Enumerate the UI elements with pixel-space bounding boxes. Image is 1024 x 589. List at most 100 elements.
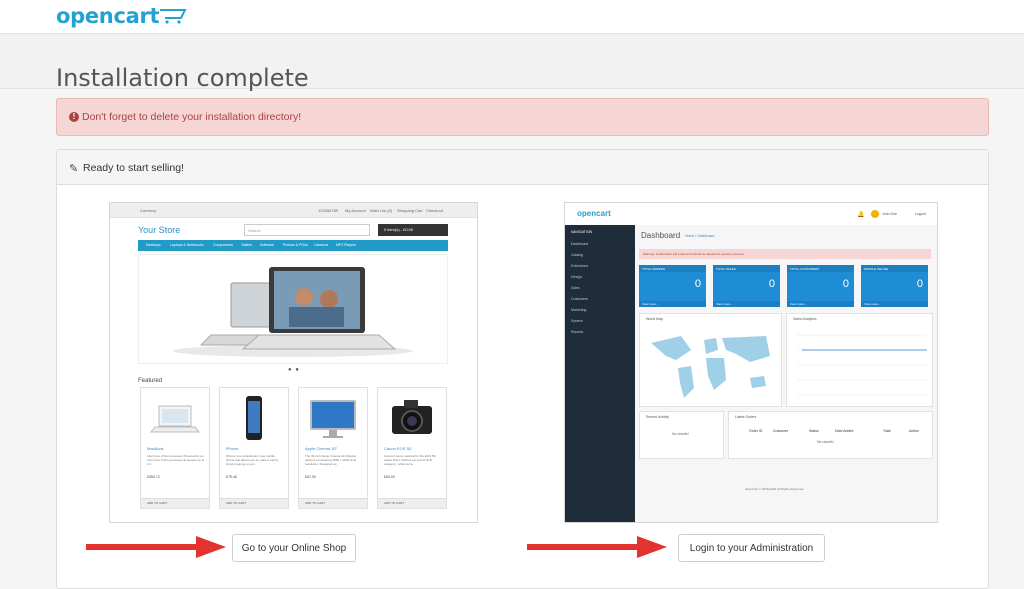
exclamation-circle-icon: ! <box>69 112 79 122</box>
product-name[interactable]: Apple Cinema 30" <box>305 446 337 451</box>
product-desc: Intel Core 2 Duo processor Powered by an… <box>147 454 205 466</box>
store-account: My Account <box>345 208 366 213</box>
panel-heading: ✎ Ready to start selling! <box>57 150 988 185</box>
opencart-logo[interactable]: opencart <box>56 4 187 28</box>
nav-title: NAVIGATION <box>571 230 593 234</box>
product-price: £60.03 <box>384 475 395 479</box>
pencil-icon: ✎ <box>69 163 79 175</box>
latest-orders-box: Latest Orders Order ID Customer Status D… <box>728 411 933 459</box>
add-to-cart-label: ADD TO CART <box>147 501 168 505</box>
product-desc: iPhone is a revolutionary new mobile pho… <box>226 454 279 466</box>
stat-tile: PEOPLE ONLINE 0 View more... <box>861 265 928 307</box>
nav-item: System <box>571 319 583 323</box>
world-map-title: World Map <box>646 317 663 321</box>
store-wishlist: Wish List (0) <box>370 208 393 213</box>
product-name[interactable]: Canon EOS 5D <box>384 446 412 451</box>
nav-item: Marketing <box>571 308 587 312</box>
cart-icon <box>160 9 187 24</box>
store-cart-link: Shopping Cart <box>397 208 423 213</box>
store-menu: Desktops Laptops & Notebooks Components … <box>138 240 448 251</box>
product-name[interactable]: MacBook <box>147 446 164 451</box>
product-price: £67.30 <box>305 475 316 479</box>
stat-tile: TOTAL ORDERS 0 View more... <box>639 265 706 307</box>
store-phone: 123456789 <box>318 208 339 213</box>
admin-logo: opencart <box>577 209 611 218</box>
monitor-image <box>310 400 356 438</box>
logo-text: opencart <box>56 4 160 28</box>
admin-header: opencart 🔔 John Doe Logout <box>565 203 937 226</box>
product-name[interactable]: iPhone <box>226 446 238 451</box>
store-name: Your Store <box>138 225 181 235</box>
latest-orders-title: Latest Orders <box>735 415 757 419</box>
recent-activity-box: Recent Activity No results! <box>639 411 724 459</box>
store-menu-item: Tablets <box>241 243 253 247</box>
add-to-cart-bar[interactable]: ADD TO CART <box>220 498 288 508</box>
macbook-image <box>149 405 201 433</box>
admin-warning: Warning: Install folder still exists and… <box>639 249 931 259</box>
slide-dots[interactable]: ● ● <box>288 367 300 373</box>
admin-main: Dashboard Home / Dashboard Warning: Inst… <box>635 225 937 522</box>
store-menu-item: Software <box>260 243 274 247</box>
orders-col: Customer <box>773 429 789 433</box>
nav-item: Dashboard <box>571 242 589 246</box>
iphone-image <box>246 396 262 440</box>
sales-chart <box>797 334 927 396</box>
stat-tile: TOTAL CUSTOMERS 0 View more... <box>787 265 854 307</box>
tile-label: PEOPLE ONLINE <box>861 265 928 272</box>
add-to-cart-label: ADD TO CART <box>384 501 405 505</box>
tile-value: 0 <box>842 278 849 290</box>
store-preview: Currency 123456789 My Account Wish List … <box>109 202 478 523</box>
product-card[interactable]: iPhone iPhone is a revolutionary new mob… <box>219 387 289 509</box>
arrow-right-icon <box>527 536 667 558</box>
avatar <box>871 210 879 218</box>
add-to-cart-bar[interactable]: ADD TO CART <box>299 498 367 508</box>
world-map-box: World Map <box>639 313 782 407</box>
store-menu-item: MP3 Players <box>336 243 356 247</box>
recent-activity-title: Recent Activity <box>646 415 669 419</box>
product-card[interactable]: Canon EOS 5D Canon's press material for … <box>377 387 447 509</box>
delete-install-alert: ! Don't forget to delete your installati… <box>56 98 989 136</box>
arrow-right-icon <box>86 536 226 558</box>
admin-login-button[interactable]: Login to your Administration <box>678 534 825 562</box>
alert-message: Don't forget to delete your installation… <box>82 111 302 123</box>
tile-view-more: View more... <box>861 301 928 307</box>
orders-col: Action <box>909 429 919 433</box>
top-bar: opencart <box>0 0 1024 34</box>
store-checkout: Checkout <box>426 208 443 213</box>
no-results-text: No results! <box>672 432 689 436</box>
panel-heading-text: Ready to start selling! <box>83 162 184 174</box>
world-map-image <box>651 336 770 398</box>
stat-tile: TOTAL SALES 0 View more... <box>713 265 780 307</box>
orders-col: Status <box>809 429 819 433</box>
store-currency: Currency <box>140 208 157 213</box>
admin-breadcrumb: Home / Dashboard <box>685 234 715 238</box>
tile-value: 0 <box>916 278 923 290</box>
go-to-shop-button[interactable]: Go to your Online Shop <box>232 534 356 562</box>
product-card[interactable]: Apple Cinema 30" The 30-inch Apple Cinem… <box>298 387 368 509</box>
add-to-cart-bar[interactable]: ADD TO CART <box>378 498 446 508</box>
nav-item: Extensions <box>571 264 589 268</box>
admin-footer: OpenCart © 2009-2020 All Rights Reserved… <box>745 487 805 491</box>
camera-image <box>392 400 432 434</box>
store-search: Search <box>244 224 370 236</box>
store-menu-item: Components <box>213 243 233 247</box>
sales-analytics-title: Sales Analytics <box>793 317 817 321</box>
page-title: Installation complete <box>56 64 309 93</box>
product-desc: The 30-inch Apple Cinema HD Display deli… <box>305 454 357 466</box>
tile-view-more: View more... <box>639 301 706 307</box>
store-menu-item: Desktops <box>146 243 161 247</box>
admin-sidebar: NAVIGATION Dashboard Catalog Extensions … <box>565 225 635 522</box>
featured-heading: Featured <box>138 378 163 384</box>
no-results-text: No results! <box>817 440 834 444</box>
tile-label: TOTAL ORDERS <box>639 265 706 272</box>
store-topbar: Currency 123456789 My Account Wish List … <box>110 203 477 218</box>
add-to-cart-label: ADD TO CART <box>305 501 326 505</box>
tile-value: 0 <box>768 278 775 290</box>
tile-label: TOTAL SALES <box>713 265 780 272</box>
admin-logout: Logout <box>915 212 926 216</box>
add-to-cart-bar[interactable]: ADD TO CART <box>141 498 209 508</box>
orders-col: Order ID <box>749 429 763 433</box>
admin-user: John Doe <box>882 212 897 216</box>
product-card[interactable]: MacBook Intel Core 2 Duo processor Power… <box>140 387 210 509</box>
tile-view-more: View more... <box>787 301 854 307</box>
